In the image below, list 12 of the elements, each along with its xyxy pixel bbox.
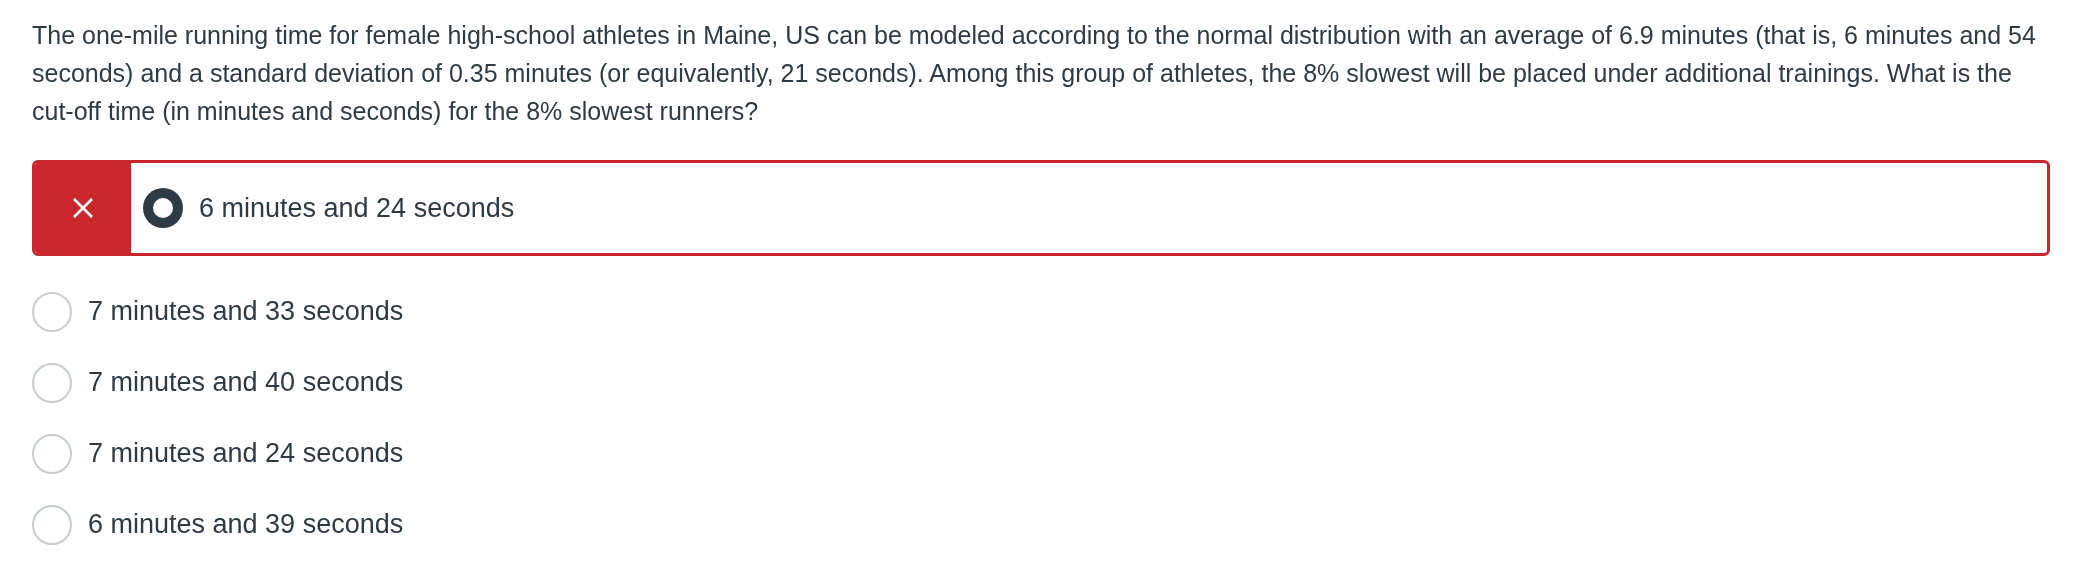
answer-label: 7 minutes and 40 seconds	[88, 366, 404, 400]
radio-button[interactable]	[32, 433, 72, 474]
answer-label: 7 minutes and 33 seconds	[88, 295, 404, 329]
close-icon	[72, 197, 94, 219]
answer-label: 6 minutes and 39 seconds	[88, 508, 404, 542]
answer-label: 6 minutes and 24 seconds	[199, 191, 515, 225]
radio-button[interactable]	[143, 188, 183, 228]
radio-button[interactable]	[32, 362, 72, 403]
answer-label: 7 minutes and 24 seconds	[88, 437, 404, 471]
radio-button[interactable]	[32, 504, 72, 545]
question-text: The one-mile running time for female high-school athletes in Maine, US can be modeled according to the normal distribution with an average of 6.9 minutes (that is, 6 minutes and 54 seconds) and a standard deviation of 0.35 minutes (or equivalently, 21 seconds). Among this group of athletes, the 8% slowest will be placed under additional trainings. What is the cut-off time (in minutes and seconds) for the 8% slowest runners?	[32, 20, 2037, 127]
radio-button[interactable]	[32, 291, 72, 332]
